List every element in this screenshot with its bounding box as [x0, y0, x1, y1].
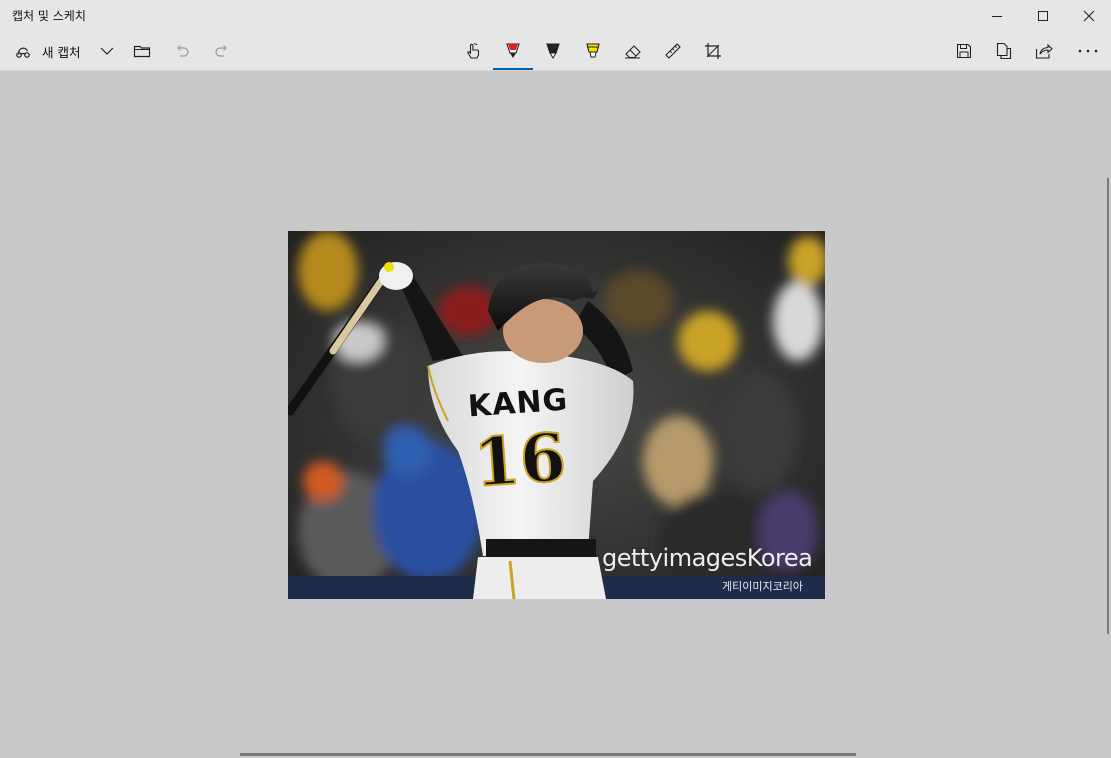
- horizontal-scrollbar[interactable]: [240, 753, 856, 756]
- ballpoint-pen-icon: [506, 43, 520, 58]
- ruler-button[interactable]: [653, 31, 693, 71]
- maximize-icon: [1038, 10, 1048, 21]
- copy-button[interactable]: [984, 31, 1024, 71]
- highlighter-icon: [586, 43, 600, 58]
- snip-and-sketch-window: 캡처 및 스케치 새 캡처 KANG 16 gettyimagesKorea 게…: [0, 0, 1111, 758]
- maximize-button[interactable]: [1020, 0, 1066, 31]
- ruler-icon: [665, 43, 681, 59]
- chevron-down-icon: [100, 47, 114, 55]
- folder-icon: [133, 45, 151, 58]
- pencil-button[interactable]: [533, 31, 573, 71]
- undo-icon: [177, 45, 189, 57]
- app-title: 캡처 및 스케치: [12, 9, 86, 23]
- eraser-button[interactable]: [613, 31, 653, 71]
- highlighter-button[interactable]: [573, 31, 613, 71]
- minimize-button[interactable]: [974, 0, 1020, 31]
- touch-writing-icon: [467, 43, 480, 59]
- share-icon: [1035, 43, 1053, 59]
- undo-button[interactable]: [162, 31, 202, 71]
- redo-button[interactable]: [202, 31, 242, 71]
- share-button[interactable]: [1024, 31, 1064, 71]
- ballpoint-pen-button[interactable]: [493, 31, 533, 71]
- save-icon: [956, 43, 972, 59]
- new-capture-button[interactable]: 새 캡처: [8, 31, 98, 71]
- watermark-subtext: 게티이미지코리아: [722, 580, 803, 593]
- title-bar: 캡처 및 스케치: [0, 0, 1111, 31]
- save-button[interactable]: [944, 31, 984, 71]
- more-button[interactable]: [1068, 31, 1108, 71]
- selected-tool-indicator: [493, 68, 533, 70]
- crop-icon: [705, 43, 721, 59]
- eraser-icon: [625, 45, 641, 59]
- crop-button[interactable]: [693, 31, 733, 71]
- new-capture-icon: [16, 47, 30, 58]
- close-icon: [1083, 10, 1095, 21]
- new-capture-dropdown[interactable]: [96, 31, 118, 71]
- minimize-icon: [992, 15, 1002, 17]
- vertical-scrollbar[interactable]: [1107, 178, 1109, 634]
- toolbar: 새 캡처: [0, 31, 1111, 71]
- more-icon: [1078, 49, 1098, 53]
- new-capture-label: 새 캡처: [42, 44, 81, 60]
- redo-icon: [215, 45, 227, 57]
- copy-icon: [996, 42, 1012, 60]
- pencil-icon: [546, 43, 560, 59]
- open-file-button[interactable]: [122, 31, 162, 71]
- watermark-text: gettyimagesKorea: [602, 544, 813, 572]
- captured-image[interactable]: KANG 16 gettyimagesKorea 게티이미지코리아: [288, 231, 825, 599]
- jersey-number: 16: [470, 417, 569, 503]
- touch-writing-button[interactable]: [453, 31, 493, 71]
- close-button[interactable]: [1066, 0, 1111, 31]
